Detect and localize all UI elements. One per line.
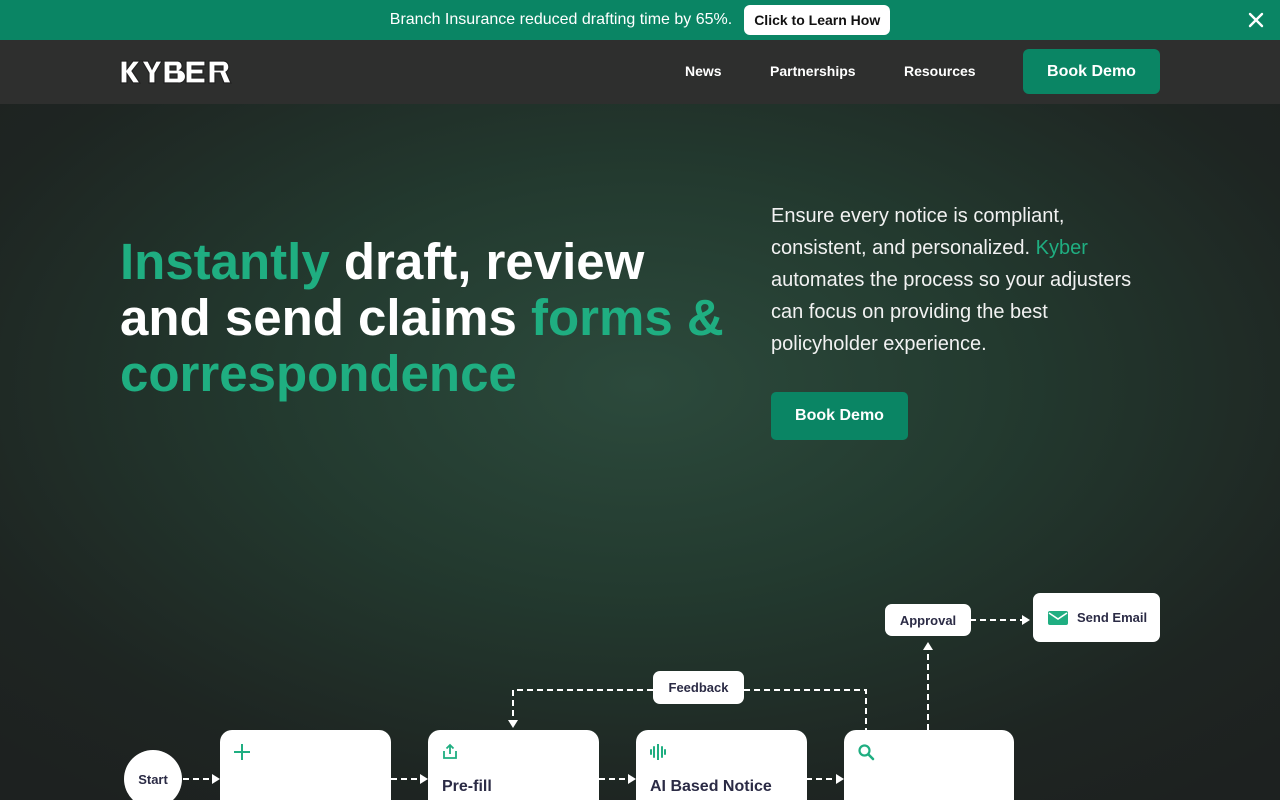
nav-partnerships[interactable]: Partnerships (770, 63, 856, 79)
start-node: Start (124, 750, 182, 800)
announcement-text: Branch Insurance reduced drafting time b… (389, 11, 733, 28)
description-kyber: Kyber (1035, 237, 1088, 259)
navbar: News Partnerships Resources Book Demo (0, 40, 1280, 104)
nav-resources[interactable]: Resources (904, 63, 976, 79)
card-title: Pre-fill (442, 778, 492, 795)
mail-icon (1048, 610, 1068, 625)
workflow-card-review (844, 730, 1014, 800)
send-email-node: Send Email (1033, 593, 1160, 642)
approval-node: Approval (885, 604, 971, 636)
close-icon[interactable] (1246, 10, 1266, 30)
nav-book-demo-button[interactable]: Book Demo (1023, 49, 1160, 94)
hero-description: Ensure every notice is compliant, consis… (771, 200, 1151, 360)
announcement-bar: Branch Insurance reduced drafting time b… (0, 0, 1280, 40)
learn-how-button[interactable]: Click to Learn How (744, 5, 891, 35)
card-title: AI Based Notice (650, 778, 772, 795)
hero-book-demo-button[interactable]: Book Demo (771, 392, 908, 440)
hero-section: Instantly draft, review and send claims … (0, 104, 1280, 800)
workflow-card-ai-notice: AI Based Notice (636, 730, 807, 800)
upload-icon (443, 743, 457, 759)
headline-accent-1: Instantly (120, 233, 330, 290)
search-icon (858, 744, 875, 761)
workflow-card-prefill: Pre-fill (428, 730, 599, 800)
send-email-label: Send Email (1077, 610, 1148, 625)
description-part-2: automates the process so your adjusters … (771, 269, 1132, 355)
kyber-logo[interactable] (120, 59, 232, 85)
description-part-1: Ensure every notice is compliant, consis… (771, 205, 1065, 259)
workflow-card-create (220, 730, 391, 800)
feedback-node: Feedback (653, 671, 744, 704)
hero-headline: Instantly draft, review and send claims … (120, 234, 740, 402)
plus-icon (234, 744, 250, 760)
nav-news[interactable]: News (685, 63, 722, 79)
ai-icon (650, 744, 666, 760)
